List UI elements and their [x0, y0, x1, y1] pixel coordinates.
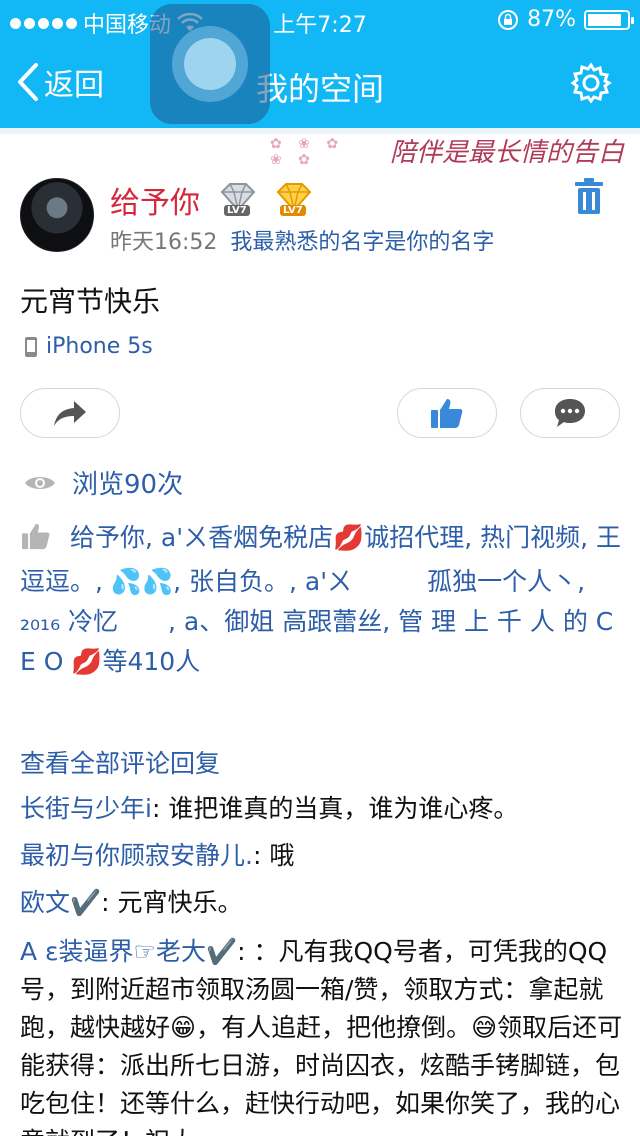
status-bar: 中国移动 上午7:27 87%: [0, 0, 640, 40]
post-signature[interactable]: 我最熟悉的名字是你的名字: [230, 230, 494, 255]
rotation-lock-icon: [498, 9, 519, 30]
assistive-core: [184, 38, 236, 90]
comment-item[interactable]: 长街与少年i: 谁把谁真的当真，谁为谁心疼。: [20, 792, 624, 825]
comment-bubble-icon: [555, 399, 585, 427]
like-button[interactable]: [397, 388, 497, 438]
post-timestamp: 昨天16:52: [110, 230, 218, 255]
view-count: 浏览90次: [24, 464, 183, 501]
comment-item[interactable]: A ε装逼界☞老大✔️: ：凡有我QQ号者，可凭我的QQ号，到附近超市领取汤圆一…: [20, 933, 624, 1136]
trash-icon: [575, 178, 603, 214]
banner-slogan: 陪伴是最长情的告白: [389, 138, 624, 168]
avatar[interactable]: [20, 178, 94, 252]
view-count-label: 浏览90次: [72, 470, 184, 500]
comment-text: : 元宵快乐。: [101, 888, 243, 917]
post-device: iPhone 5s: [24, 334, 153, 359]
thumbs-up-icon: [431, 399, 463, 428]
device-label: iPhone 5s: [46, 334, 153, 359]
comment-text: : 谁把谁真的当真，谁为谁心疼。: [151, 794, 519, 823]
battery-icon: [584, 9, 634, 30]
comment-button[interactable]: [520, 388, 620, 438]
comment-text: : ：凡有我QQ号者，可凭我的QQ号，到附近超市领取汤圆一箱/赞，领取方式：拿起…: [20, 937, 623, 1136]
comment-section: 查看全部评论回复 长街与少年i: 谁把谁真的当真，谁为谁心疼。 最初与你顾寂安静…: [20, 744, 624, 1136]
delete-button[interactable]: [574, 178, 604, 218]
comment-author[interactable]: 最初与你顾寂安静儿.: [20, 841, 253, 870]
post-text: 元宵节快乐: [20, 285, 161, 318]
battery-percent: 87%: [527, 7, 576, 32]
eye-icon: [25, 476, 55, 489]
silver-diamond-badge: LV7: [218, 182, 258, 216]
like-names[interactable]: 给予你, a'ㄨ香烟免税店💋诚招代理, 热门视频, 王逗逗。, 💦💦, 张自负。…: [20, 523, 621, 676]
page-title: 我的空间: [255, 70, 384, 108]
view-all-comments-link[interactable]: 查看全部评论回复: [20, 744, 624, 780]
comment-item[interactable]: 最初与你顾寂安静儿.: 哦: [20, 839, 624, 872]
badge-level: LV7: [280, 205, 306, 216]
like-list: 给予你, a'ㄨ香烟免税店💋诚招代理, 热门视频, 王逗逗。, 💦💦, 张自负。…: [20, 518, 624, 682]
share-button[interactable]: [20, 388, 120, 438]
status-right: 87%: [497, 7, 634, 32]
settings-button[interactable]: [570, 62, 612, 108]
assistive-touch-button[interactable]: [150, 4, 270, 124]
gold-diamond-badge: LV7: [274, 182, 314, 216]
badge-level: LV7: [224, 205, 250, 216]
comment-item[interactable]: 欧文✔️: 元宵快乐。: [20, 886, 624, 919]
petal-decoration: ✿ ❀ ✿ ❀ ✿: [270, 136, 345, 168]
gear-icon: [570, 62, 612, 104]
share-arrow-icon: [54, 401, 86, 426]
phone-icon: [25, 336, 37, 357]
thumbs-up-icon: [20, 522, 52, 562]
post-author[interactable]: 给予你: [110, 178, 200, 222]
comment-author[interactable]: A ε装逼界☞老大✔️: [20, 937, 237, 966]
post-meta: 昨天16:52 我最熟悉的名字是你的名字: [110, 224, 494, 256]
comment-author[interactable]: 欧文✔️: [20, 888, 101, 917]
comment-author[interactable]: 长街与少年i: [20, 794, 152, 823]
nav-bar: 返回 我的空间: [0, 40, 640, 128]
comment-text: : 哦: [252, 841, 295, 870]
